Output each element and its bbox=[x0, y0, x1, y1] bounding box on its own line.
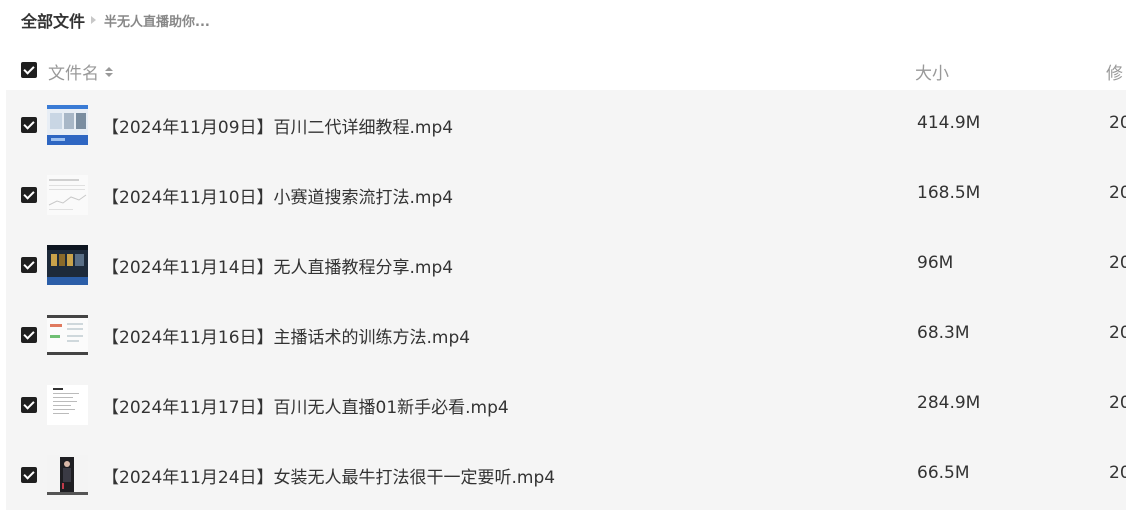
file-modified: 20 bbox=[1109, 183, 1126, 203]
file-name[interactable]: 【2024年11月14日】无人直播教程分享.mp4 bbox=[102, 253, 453, 278]
file-row[interactable]: 【2024年11月14日】无人直播教程分享.mp4 96M 20 bbox=[6, 230, 1126, 300]
file-row[interactable]: 【2024年11月09日】百川二代详细教程.mp4 414.9M 20 bbox=[6, 90, 1126, 160]
file-size: 68.3M bbox=[917, 323, 970, 343]
video-thumbnail-fashion bbox=[47, 455, 88, 495]
file-modified: 20 bbox=[1109, 463, 1126, 483]
video-thumbnail-mindmap bbox=[47, 315, 88, 355]
breadcrumb: 全部文件 半无人直播助你... bbox=[21, 8, 210, 32]
video-thumbnail-blue-ui bbox=[47, 105, 88, 145]
column-header-filename[interactable]: 文件名 bbox=[48, 59, 113, 84]
file-size: 96M bbox=[917, 253, 954, 273]
file-modified: 20 bbox=[1109, 113, 1126, 133]
file-row[interactable]: 【2024年11月10日】小赛道搜索流打法.mp4 168.5M 20 bbox=[6, 160, 1126, 230]
file-size: 66.5M bbox=[917, 463, 970, 483]
column-header-filename-label: 文件名 bbox=[48, 64, 99, 84]
file-row[interactable]: 【2024年11月16日】主播话术的训练方法.mp4 68.3M 20 bbox=[6, 300, 1126, 370]
video-thumbnail-text-doc bbox=[47, 385, 88, 425]
video-thumbnail-dark-stream bbox=[47, 245, 88, 285]
video-thumbnail-light-doc bbox=[47, 175, 88, 215]
file-row[interactable]: 【2024年11月24日】女装无人最牛打法很干一定要听.mp4 66.5M 20 bbox=[6, 440, 1126, 510]
file-checkbox[interactable] bbox=[21, 467, 37, 483]
file-checkbox[interactable] bbox=[21, 117, 37, 133]
file-checkbox[interactable] bbox=[21, 187, 37, 203]
file-name[interactable]: 【2024年11月16日】主播话术的训练方法.mp4 bbox=[102, 323, 470, 348]
file-size: 414.9M bbox=[917, 113, 981, 133]
breadcrumb-current-folder: 半无人直播助你... bbox=[104, 14, 210, 30]
file-checkbox[interactable] bbox=[21, 257, 37, 273]
column-header-modified[interactable]: 修 bbox=[1106, 59, 1123, 84]
breadcrumb-root-all-files[interactable]: 全部文件 bbox=[21, 8, 85, 32]
file-modified: 20 bbox=[1109, 323, 1126, 343]
file-name[interactable]: 【2024年11月24日】女装无人最牛打法很干一定要听.mp4 bbox=[102, 463, 555, 488]
file-name[interactable]: 【2024年11月09日】百川二代详细教程.mp4 bbox=[102, 113, 453, 138]
file-modified: 20 bbox=[1109, 393, 1126, 413]
file-size: 168.5M bbox=[917, 183, 981, 203]
file-table-header: 文件名 大小 修 bbox=[0, 54, 1126, 88]
select-all-checkbox[interactable] bbox=[21, 62, 37, 78]
file-name[interactable]: 【2024年11月17日】百川无人直播01新手必看.mp4 bbox=[102, 393, 509, 418]
file-modified: 20 bbox=[1109, 253, 1126, 273]
file-checkbox[interactable] bbox=[21, 327, 37, 343]
breadcrumb-separator-icon bbox=[91, 16, 97, 24]
column-header-size[interactable]: 大小 bbox=[915, 59, 949, 84]
file-checkbox[interactable] bbox=[21, 397, 37, 413]
file-size: 284.9M bbox=[917, 393, 981, 413]
file-name[interactable]: 【2024年11月10日】小赛道搜索流打法.mp4 bbox=[102, 183, 453, 208]
sort-icon[interactable] bbox=[105, 66, 113, 77]
file-row[interactable]: 【2024年11月17日】百川无人直播01新手必看.mp4 284.9M 20 bbox=[6, 370, 1126, 440]
